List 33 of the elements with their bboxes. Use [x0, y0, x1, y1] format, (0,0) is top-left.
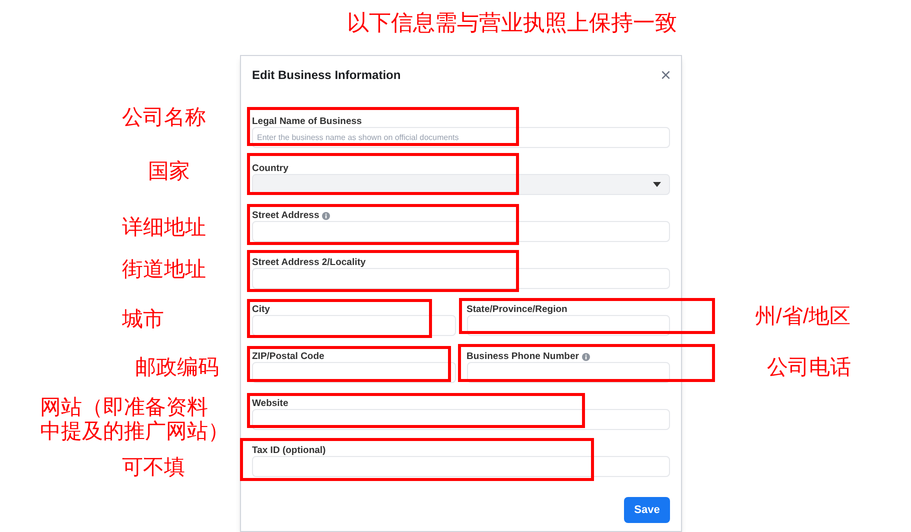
- input-field[interactable]: [252, 456, 670, 477]
- annotation-label: 可不填: [122, 456, 185, 480]
- annotation-label: 街道地址: [122, 258, 206, 282]
- annotation-label: 公司电话: [767, 356, 851, 380]
- annotation-label: 邮政编码: [135, 356, 219, 380]
- annotation-label: 州/省/地区: [755, 305, 851, 329]
- dialog-title: Edit Business Information: [252, 67, 401, 84]
- input-field[interactable]: [252, 315, 456, 336]
- field-label: City: [252, 305, 270, 315]
- field-label: Legal Name of Business: [252, 117, 362, 127]
- field-label: Website: [252, 399, 288, 409]
- close-button[interactable]: ×: [658, 66, 673, 84]
- info-icon[interactable]: [582, 353, 590, 361]
- input-field[interactable]: Enter the business name as shown on official documents: [252, 127, 670, 148]
- field-label: State/Province/Region: [466, 305, 568, 315]
- caret-icon: [653, 182, 661, 187]
- info-icon[interactable]: [322, 212, 330, 220]
- field-label: ZIP/Postal Code: [252, 352, 324, 362]
- field-label: Street Address 2/Locality: [252, 258, 366, 268]
- annotation-label: 详细地址: [122, 216, 206, 240]
- annotation-label: 国家: [148, 160, 190, 184]
- annotation-label: 城市: [122, 308, 164, 332]
- annotation-label: 网站（即准备资料 中提及的推广网站）: [40, 396, 229, 444]
- field-label: Street Address: [252, 211, 320, 221]
- field-label: Tax ID (optional): [252, 446, 326, 456]
- save-button[interactable]: Save: [624, 497, 670, 523]
- annotation-label: 公司名称: [122, 106, 206, 130]
- field-label: Country: [252, 164, 288, 174]
- input-field[interactable]: [252, 221, 670, 242]
- country-dropdown[interactable]: [252, 174, 670, 195]
- input-field[interactable]: [252, 268, 670, 289]
- annotation-title: 以下信息需与营业执照上保持一致: [347, 9, 677, 37]
- field-label: Business Phone Number: [466, 352, 579, 362]
